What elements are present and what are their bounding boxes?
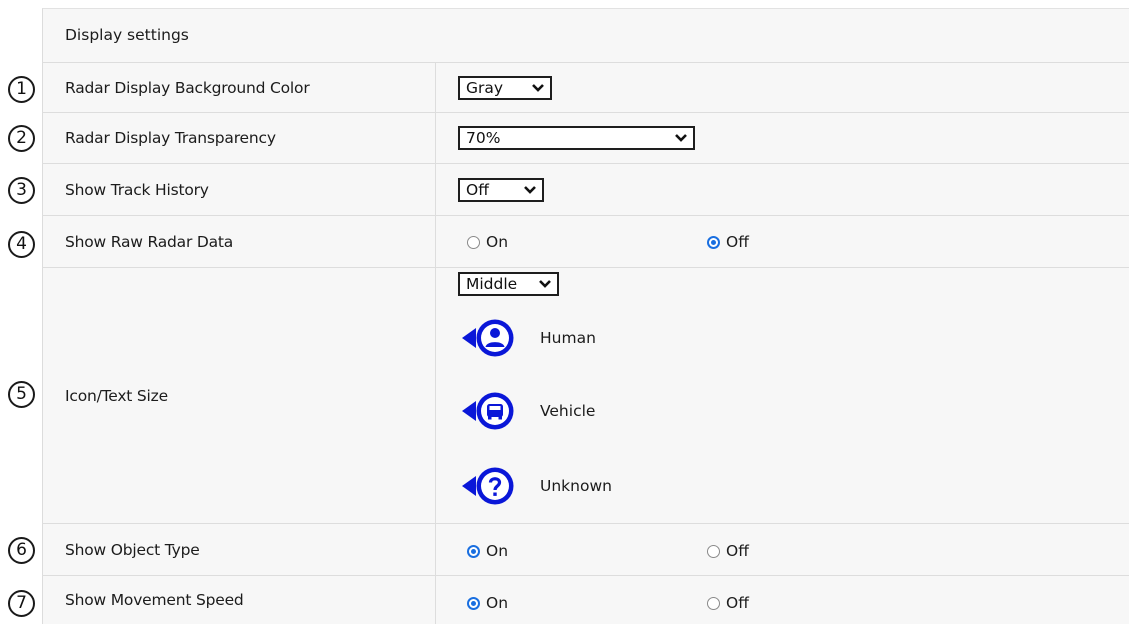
row-label: Radar Display Background Color <box>42 63 436 112</box>
row-raw-radar-data: Show Raw Radar Data On Off <box>42 216 1129 268</box>
chevron-down-icon <box>524 186 536 194</box>
callout-number: 4 <box>8 231 35 258</box>
human-icon <box>462 319 514 357</box>
callout-number: 2 <box>8 125 35 152</box>
track-history-select[interactable]: Off <box>458 178 544 202</box>
raw-radar-on-radio[interactable]: On <box>467 233 508 251</box>
background-color-select[interactable]: Gray <box>458 76 552 100</box>
row-label: Show Track History <box>42 164 436 215</box>
object-type-off-radio[interactable]: Off <box>707 542 749 560</box>
legend-human <box>460 315 518 361</box>
row-label: Show Raw Radar Data <box>42 216 436 267</box>
callout-number: 5 <box>8 381 35 408</box>
legend-label: Vehicle <box>540 402 596 420</box>
radio-circle <box>707 235 720 249</box>
movement-speed-on-radio[interactable]: On <box>467 594 508 612</box>
radio-circle <box>707 596 720 610</box>
callout-number: 6 <box>8 537 35 564</box>
display-settings-header: Display settings <box>42 8 1129 63</box>
chevron-down-icon <box>675 134 687 142</box>
legend-label: Unknown <box>540 477 612 495</box>
legend-label: Human <box>540 329 596 347</box>
vehicle-icon <box>462 392 514 430</box>
row-transparency: Radar Display Transparency 70% <box>42 113 1129 164</box>
section-title: Display settings <box>65 26 189 44</box>
row-object-type: Show Object Type On Off <box>42 524 1129 576</box>
radio-circle <box>707 544 720 558</box>
legend-vehicle <box>460 388 518 434</box>
row-label: Show Object Type <box>42 524 436 575</box>
chevron-down-icon <box>539 280 551 288</box>
chevron-down-icon <box>532 84 544 92</box>
transparency-select[interactable]: 70% <box>458 126 695 150</box>
movement-speed-off-radio[interactable]: Off <box>707 594 749 612</box>
row-track-history: Show Track History Off <box>42 164 1129 216</box>
row-movement-speed: Show Movement Speed On Off <box>42 576 1129 624</box>
object-type-on-radio[interactable]: On <box>467 542 508 560</box>
callout-number: 1 <box>8 76 35 103</box>
radio-circle <box>467 596 480 610</box>
radio-circle <box>467 235 480 249</box>
unknown-icon <box>462 467 514 505</box>
icon-size-select[interactable]: Middle <box>458 272 559 296</box>
row-label: Icon/Text Size <box>42 268 436 523</box>
callout-number: 7 <box>8 590 35 617</box>
radio-circle <box>467 544 480 558</box>
row-label: Radar Display Transparency <box>42 113 436 163</box>
row-icon-text-size: Icon/Text Size Middle Human Vehicle Unkn… <box>42 268 1129 524</box>
raw-radar-off-radio[interactable]: Off <box>707 233 749 251</box>
row-background-color: Radar Display Background Color Gray <box>42 63 1129 113</box>
callout-number: 3 <box>8 177 35 204</box>
row-label: Show Movement Speed <box>42 576 436 624</box>
legend-unknown <box>460 463 518 509</box>
